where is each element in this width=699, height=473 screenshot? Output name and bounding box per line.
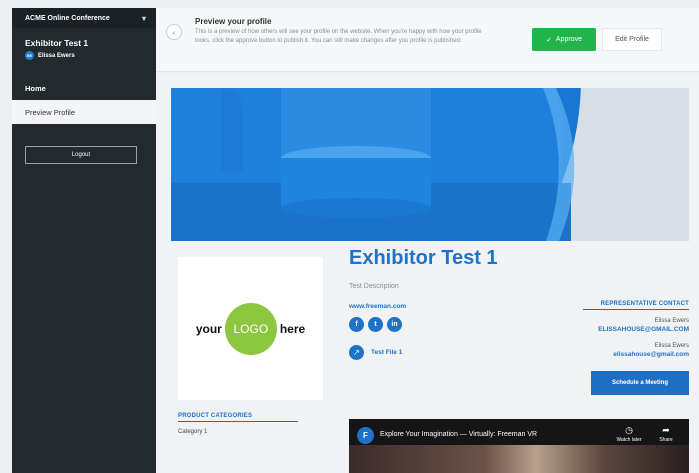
file-link[interactable]: ↗ Test File 1 — [349, 345, 402, 360]
channel-logo: F — [357, 427, 374, 444]
avatar: EE — [25, 51, 34, 60]
app-window: ACME Online Conference ▾ Exhibitor Test … — [0, 0, 699, 473]
share-button[interactable]: ➦ Share — [651, 425, 681, 443]
page-description: This is a preview of how others will see… — [195, 29, 482, 44]
sidebar: ACME Online Conference ▾ Exhibitor Test … — [12, 8, 156, 473]
user-name: Elissa Ewers — [38, 52, 75, 59]
conference-name: ACME Online Conference — [25, 14, 110, 22]
file-label: Test File 1 — [371, 349, 403, 356]
watch-later-label: Watch later — [616, 437, 642, 443]
contact-name: Elissa Ewers — [654, 343, 689, 349]
edit-profile-button[interactable]: Edit Profile — [602, 28, 662, 51]
exhibitor-title: Exhibitor Test 1 — [349, 247, 498, 269]
logo-text-left: your — [195, 321, 222, 336]
category-item: Category 1 — [178, 429, 208, 435]
back-button[interactable]: ‹ — [166, 24, 182, 40]
check-icon: ✓ — [546, 36, 552, 44]
conference-switcher[interactable]: ACME Online Conference ▾ — [12, 8, 156, 28]
sidebar-nav: Home Preview Profile — [12, 76, 156, 124]
watch-later-button[interactable]: ◷ Watch later — [614, 425, 644, 443]
video-player[interactable]: F Explore Your Imagination — Virtually: … — [349, 419, 689, 473]
preview-header: ‹ Preview your profile This is a preview… — [156, 8, 699, 72]
website-link[interactable]: www.freeman.com — [349, 303, 406, 310]
logo-text-right: here — [279, 321, 306, 336]
social-links: f t in — [349, 317, 406, 332]
share-icon: ➦ — [662, 425, 670, 435]
clock-icon: ◷ — [625, 425, 633, 435]
facebook-icon[interactable]: f — [349, 317, 364, 332]
approve-label: Approve — [555, 36, 582, 43]
exhibitor-logo: your LOGO here — [178, 257, 323, 400]
video-thumbnail — [349, 445, 689, 473]
twitter-icon[interactable]: t — [368, 317, 383, 332]
external-link-icon: ↗ — [349, 345, 364, 360]
sidebar-item-preview-profile[interactable]: Preview Profile — [12, 100, 156, 124]
schedule-meeting-button[interactable]: Schedule a Meeting — [591, 371, 689, 395]
chevron-left-icon: ‹ — [172, 27, 176, 37]
product-categories-heading: PRODUCT CATEGORIES — [178, 413, 298, 422]
user-info: EE Elissa Ewers — [12, 48, 156, 60]
video-title[interactable]: Explore Your Imagination — Virtually: Fr… — [380, 431, 537, 438]
contact-email[interactable]: ELISSAHOUSE@GMAIL.COM — [598, 326, 689, 333]
linkedin-icon[interactable]: in — [387, 317, 402, 332]
exhibitor-name: Exhibitor Test 1 — [25, 38, 89, 48]
profile-preview: your LOGO here PRODUCT CATEGORIES Catego… — [156, 73, 699, 473]
approve-button[interactable]: ✓ Approve — [532, 28, 596, 51]
banner-image — [171, 88, 689, 241]
page-title: Preview your profile — [195, 17, 272, 26]
representative-contact-heading: REPRESENTATIVE CONTACT — [583, 301, 689, 310]
exhibitor-description: Test Description — [349, 283, 399, 290]
share-label: Share — [659, 437, 673, 443]
chevron-down-icon: ▾ — [141, 13, 146, 23]
sidebar-item-home[interactable]: Home — [12, 76, 156, 100]
logout-button[interactable]: Logout — [25, 146, 137, 164]
contact-email[interactable]: elissahouse@gmail.com — [613, 351, 689, 358]
logo-circle: LOGO — [224, 302, 277, 355]
contact-name: Elissa Ewers — [654, 318, 689, 324]
